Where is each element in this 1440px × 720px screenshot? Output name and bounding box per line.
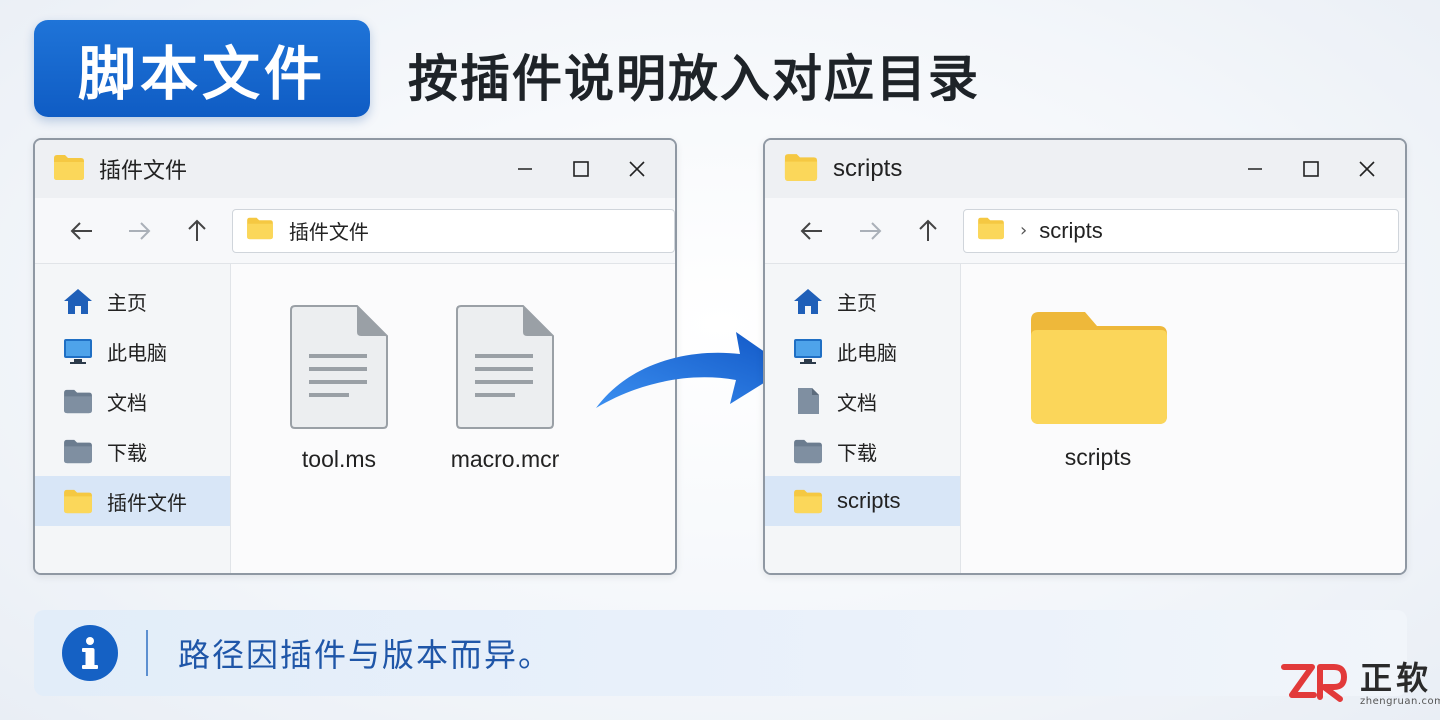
minimize-icon: [1248, 168, 1262, 170]
zr-logo-icon: [1280, 661, 1350, 707]
maximize-button[interactable]: [1283, 149, 1339, 189]
sidebar-item-this-pc[interactable]: 此电脑: [35, 326, 230, 376]
navigation-toolbar: 插件文件: [35, 198, 675, 264]
info-icon: [62, 625, 118, 681]
maximize-button[interactable]: [553, 149, 609, 189]
sidebar-item-home[interactable]: 主页: [35, 276, 230, 326]
arrow-up-icon: [919, 219, 937, 241]
divider: [146, 630, 148, 676]
file-item-macro-mcr[interactable]: macro.mcr: [437, 304, 573, 473]
sidebar-item-documents[interactable]: 文档: [765, 376, 960, 426]
navigation-sidebar: 主页 此电脑 文档 下载: [765, 264, 961, 573]
folder-icon: [53, 153, 85, 185]
sidebar-item-label: 文档: [837, 390, 877, 415]
arrow-left-icon: [800, 221, 822, 240]
folder-icon: [61, 486, 95, 516]
badge-title: 脚本文件: [77, 39, 326, 108]
close-button[interactable]: [1339, 149, 1395, 189]
title-badge: 脚本文件: [34, 20, 370, 117]
sidebar-item-home[interactable]: 主页: [765, 276, 960, 326]
folder-icon: [791, 436, 825, 466]
close-icon: [1359, 161, 1375, 177]
file-item-tool-ms[interactable]: tool.ms: [283, 304, 395, 473]
arrow-right-icon: [129, 221, 151, 240]
sidebar-item-label: 文档: [107, 390, 147, 415]
close-icon: [629, 161, 645, 177]
sidebar-item-label: 此电脑: [837, 340, 897, 365]
sidebar-item-this-pc[interactable]: 此电脑: [765, 326, 960, 376]
folder-icon: [61, 386, 95, 416]
file-name: scripts: [1064, 444, 1132, 470]
file-name: tool.ms: [301, 446, 377, 472]
sidebar-item-label: scripts: [837, 488, 901, 513]
arrow-left-icon: [70, 221, 92, 240]
back-button[interactable]: [783, 211, 841, 251]
document-icon: [287, 304, 391, 436]
title-bar[interactable]: scripts: [765, 140, 1405, 198]
chevron-right-icon: ›: [1020, 220, 1028, 241]
monitor-icon: [791, 336, 825, 366]
folder-icon: [791, 486, 825, 516]
info-banner: 路径因插件与版本而异。: [34, 610, 1407, 696]
document-icon: [453, 304, 557, 436]
minimize-icon: [518, 168, 532, 170]
navigation-toolbar: › scripts: [765, 198, 1405, 264]
back-button[interactable]: [53, 211, 111, 251]
folder-icon: [245, 216, 275, 245]
title-bar[interactable]: 插件文件: [35, 140, 675, 198]
arrow-right-icon: [860, 221, 882, 240]
sidebar-item-scripts[interactable]: scripts: [765, 476, 960, 526]
sidebar-item-label: 主页: [837, 290, 877, 315]
sidebar-item-documents[interactable]: 文档: [35, 376, 230, 426]
file-list: scripts: [961, 264, 1405, 573]
forward-button[interactable]: [841, 211, 899, 251]
file-name: macro.mcr: [450, 446, 560, 472]
close-button[interactable]: [609, 149, 665, 189]
explorer-window-target: scripts › scripts 主页 此电脑 文档 下载 scripts s…: [763, 138, 1407, 575]
address-bar[interactable]: › scripts: [963, 208, 1399, 253]
home-icon: [791, 286, 825, 316]
address-path: 插件文件: [288, 220, 369, 244]
brand-logo: 正软 zhengruan.com: [1280, 660, 1440, 708]
explorer-window-source: 插件文件 插件文件 主页 此电脑 文档 下载 插件文件 tool.ms macr…: [33, 138, 677, 575]
window-title: 插件文件: [99, 159, 188, 184]
home-icon: [61, 286, 95, 316]
window-title: scripts: [833, 155, 903, 182]
up-button[interactable]: [899, 211, 957, 251]
page-subtitle: 按插件说明放入对应目录: [408, 50, 980, 108]
maximize-icon: [573, 161, 589, 177]
up-button[interactable]: [168, 211, 226, 251]
sidebar-item-label: 插件文件: [107, 490, 187, 515]
brand-domain: zhengruan.com: [1360, 696, 1440, 707]
folder-icon: [61, 436, 95, 466]
folder-icon: [783, 152, 819, 186]
address-path: scripts: [1039, 217, 1103, 243]
minimize-button[interactable]: [1227, 149, 1283, 189]
info-text: 路径因插件与版本而异。: [178, 636, 553, 674]
brand-name: 正软: [1360, 659, 1433, 697]
folder-icon: [1027, 308, 1169, 430]
sidebar-item-label: 主页: [107, 290, 147, 315]
document-icon: [791, 386, 825, 416]
navigation-sidebar: 主页 此电脑 文档 下载: [35, 264, 231, 573]
monitor-icon: [61, 336, 95, 366]
folder-icon: [976, 216, 1006, 245]
minimize-button[interactable]: [497, 149, 553, 189]
address-bar[interactable]: 插件文件: [231, 208, 675, 253]
maximize-icon: [1303, 161, 1319, 177]
sidebar-item-label: 此电脑: [107, 340, 167, 365]
arrow-up-icon: [188, 219, 206, 241]
folder-item-scripts[interactable]: scripts: [1027, 308, 1169, 471]
sidebar-item-downloads[interactable]: 下载: [35, 426, 230, 476]
sidebar-item-label: 下载: [837, 440, 877, 465]
sidebar-item-label: 下载: [107, 440, 147, 465]
forward-button[interactable]: [111, 211, 169, 251]
sidebar-item-downloads[interactable]: 下载: [765, 426, 960, 476]
sidebar-item-plugin-files[interactable]: 插件文件: [35, 476, 230, 526]
